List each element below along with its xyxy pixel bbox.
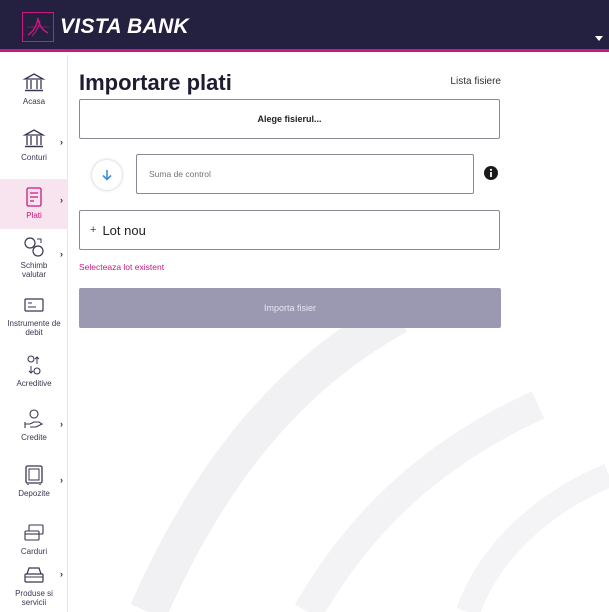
- payments-icon: [26, 187, 42, 207]
- sidebar-item-label: Credite: [21, 433, 47, 442]
- bank-icon: [22, 129, 46, 148]
- sidebar-item-carduri[interactable]: Carduri: [0, 521, 68, 569]
- plus-icon: +: [90, 224, 97, 236]
- select-existing-lot-link[interactable]: Selecteaza lot existent: [79, 262, 164, 272]
- sidebar-item-label: Depozite: [18, 489, 50, 498]
- import-file-button[interactable]: Importa fisier: [79, 288, 501, 328]
- sidebar-item-acasa[interactable]: Acasa: [0, 71, 68, 117]
- bank-icon: [22, 73, 46, 92]
- sidebar-item-produse-si-servicii[interactable]: Produse si servicii ›: [0, 563, 68, 612]
- sidebar-item-label: Produse si servicii: [15, 589, 53, 607]
- sidebar-item-instrumente-de-debit[interactable]: Instrumente de debit: [0, 293, 68, 349]
- sidebar: Acasa Conturi › Plati › Schimb valutar ›: [0, 55, 68, 612]
- brand[interactable]: VISTA BANK: [22, 12, 189, 42]
- credit-hand-icon: [24, 409, 44, 428]
- chevron-right-icon: ›: [60, 419, 63, 429]
- sidebar-item-label: Acasa: [22, 97, 46, 106]
- sidebar-item-schimb-valutar[interactable]: Schimb valutar ›: [0, 235, 68, 287]
- checksum-input[interactable]: [136, 154, 474, 194]
- brand-name: VISTA BANK: [60, 15, 189, 38]
- top-header: VISTA BANK: [0, 0, 609, 52]
- sidebar-item-label: Instrumente de debit: [7, 319, 61, 337]
- arrow-down-icon: [102, 170, 112, 181]
- download-button[interactable]: [92, 160, 122, 190]
- sidebar-item-label: Carduri: [20, 547, 48, 556]
- products-icon: [24, 567, 44, 583]
- chevron-right-icon: ›: [60, 569, 63, 579]
- sidebar-item-label: Plati: [26, 211, 42, 220]
- file-list-link[interactable]: Lista fisiere: [450, 76, 501, 87]
- cards-icon: [24, 524, 44, 541]
- safe-icon: [25, 465, 43, 485]
- chevron-right-icon: ›: [60, 249, 63, 259]
- letter-of-credit-icon: [27, 355, 41, 375]
- page-title: Importare plati: [79, 70, 232, 95]
- sidebar-item-conturi[interactable]: Conturi ›: [0, 127, 68, 173]
- choose-file-button[interactable]: Alege fisierul...: [79, 99, 500, 139]
- new-lot-field[interactable]: + Lot nou: [79, 210, 500, 250]
- vista-logo-icon: [22, 12, 54, 42]
- sidebar-item-plati[interactable]: Plati ›: [0, 179, 68, 229]
- sidebar-item-label: Acreditive: [16, 379, 52, 388]
- chevron-right-icon: ›: [60, 475, 63, 485]
- new-lot-label: Lot nou: [102, 222, 146, 238]
- user-menu-chevron-down-icon[interactable]: [595, 26, 603, 45]
- currency-exchange-icon: [24, 237, 44, 257]
- info-icon[interactable]: [484, 165, 498, 184]
- sidebar-item-acreditive[interactable]: Acreditive: [0, 353, 68, 403]
- chevron-right-icon: ›: [60, 137, 63, 147]
- debit-instrument-icon: [24, 298, 44, 312]
- sidebar-item-depozite[interactable]: Depozite ›: [0, 463, 68, 515]
- sidebar-item-label: Schimb valutar: [20, 261, 48, 279]
- sidebar-item-label: Conturi: [21, 153, 47, 162]
- sidebar-item-credite[interactable]: Credite ›: [0, 407, 68, 461]
- chevron-right-icon: ›: [60, 195, 63, 205]
